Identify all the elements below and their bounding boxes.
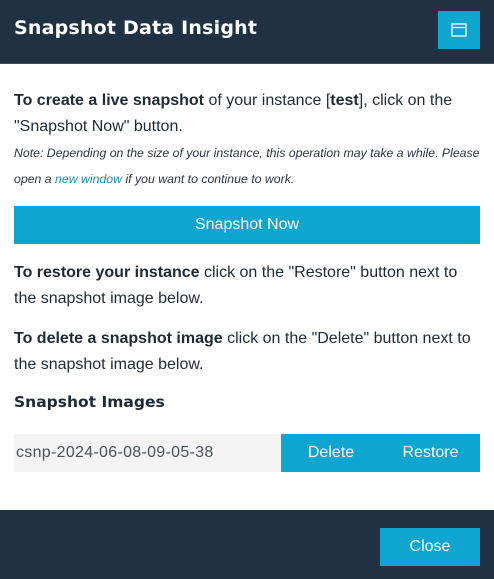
instance-name: test bbox=[330, 92, 359, 109]
restore-button[interactable]: Restore bbox=[381, 434, 480, 472]
window-icon bbox=[451, 23, 467, 37]
close-button[interactable]: Close bbox=[380, 528, 480, 566]
new-window-link[interactable]: new window bbox=[55, 172, 122, 186]
snapshot-images-title: Snapshot Images bbox=[14, 393, 165, 411]
snapshot-actions: Delete Restore bbox=[281, 434, 480, 472]
create-snapshot-heading: To create a live snapshot bbox=[14, 92, 204, 109]
dialog-title: Snapshot Data Insight bbox=[14, 17, 258, 39]
snapshot-now-button[interactable]: Snapshot Now bbox=[14, 206, 480, 244]
dialog-footer: Close bbox=[0, 510, 494, 579]
restore-instructions: To restore your instance click on the "R… bbox=[14, 260, 480, 312]
maximize-button[interactable] bbox=[438, 11, 480, 49]
delete-button[interactable]: Delete bbox=[281, 434, 381, 472]
dialog-header: Snapshot Data Insight bbox=[0, 0, 494, 64]
delete-heading: To delete a snapshot image bbox=[14, 330, 223, 347]
create-snapshot-instructions: To create a live snapshot of your instan… bbox=[14, 88, 480, 140]
snapshot-note: Note: Depending on the size of your inst… bbox=[14, 140, 484, 192]
snapshot-image-name: csnp-2024-06-08-09-05-38 bbox=[14, 434, 281, 472]
restore-heading: To restore your instance bbox=[14, 264, 200, 281]
snapshot-image-row: csnp-2024-06-08-09-05-38 Delete Restore bbox=[14, 434, 480, 472]
intro-text: of your instance [ bbox=[204, 92, 331, 109]
note-text-end: if you want to continue to work. bbox=[122, 172, 295, 186]
delete-instructions: To delete a snapshot image click on the … bbox=[14, 326, 480, 378]
